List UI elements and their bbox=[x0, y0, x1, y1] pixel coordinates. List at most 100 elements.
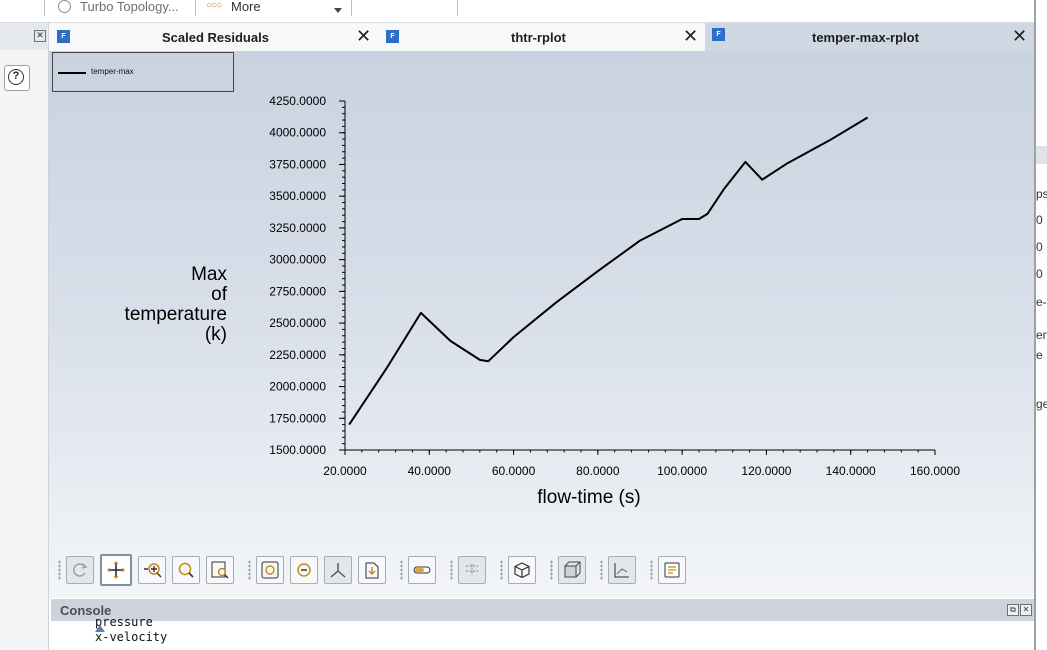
fluent-icon: F bbox=[712, 28, 725, 41]
x-tick-label: 60.0000 bbox=[492, 464, 536, 478]
x-tick-label: 160.0000 bbox=[910, 464, 960, 478]
help-button[interactable]: ? bbox=[4, 65, 30, 91]
x-tick-label: 80.0000 bbox=[576, 464, 620, 478]
close-icon[interactable]: ✕ bbox=[356, 27, 371, 45]
separator bbox=[195, 0, 196, 16]
y-tick-label: 3500.0000 bbox=[269, 189, 326, 203]
more-icon: ○○○ bbox=[206, 0, 222, 11]
export-button[interactable] bbox=[358, 556, 386, 584]
y-tick-label: 2000.0000 bbox=[269, 380, 326, 394]
zoom-box-button[interactable] bbox=[172, 556, 200, 584]
close-icon[interactable]: ✕ bbox=[1020, 604, 1032, 616]
export-icon bbox=[365, 562, 379, 579]
scroll-up-icon[interactable] bbox=[95, 625, 105, 632]
zoom-in-out-button[interactable] bbox=[138, 556, 166, 584]
right-panel-text: 0 bbox=[1036, 267, 1043, 281]
right-panel-text: 0 bbox=[1036, 240, 1043, 254]
pan-button[interactable] bbox=[100, 554, 132, 586]
right-panel: ps 0 0 0 e- en e ge bbox=[1034, 0, 1047, 650]
plot-area[interactable]: temper-max Max of temperature (k) 20.000… bbox=[49, 51, 1034, 598]
y-tick-label: 4000.0000 bbox=[269, 126, 326, 140]
probe-icon bbox=[466, 564, 478, 575]
console-line: x-velocity bbox=[95, 630, 168, 644]
tab-scaled-residuals[interactable]: F Scaled Residuals ✕ bbox=[49, 23, 378, 51]
separator bbox=[457, 0, 458, 16]
x-tick-label: 20.0000 bbox=[323, 464, 367, 478]
right-panel-text: 0 bbox=[1036, 213, 1043, 227]
more-button[interactable]: More bbox=[231, 0, 261, 14]
rotate-icon bbox=[73, 563, 88, 577]
colorbar-icon bbox=[413, 566, 431, 574]
toolbar-grip[interactable] bbox=[58, 560, 61, 580]
close-icon[interactable]: ✕ bbox=[683, 27, 698, 45]
series-line-temper-max bbox=[348, 116, 869, 426]
fit-to-window-button[interactable] bbox=[256, 556, 284, 584]
notes-button[interactable] bbox=[658, 556, 686, 584]
close-icon[interactable]: ✕ bbox=[34, 30, 46, 42]
turbo-topology-button[interactable]: Turbo Topology... bbox=[80, 0, 179, 14]
separator bbox=[351, 0, 352, 16]
tab-temper-max-rplot[interactable]: F temper-max-rplot ✕ bbox=[705, 23, 1034, 51]
toolbar-grip[interactable] bbox=[650, 560, 653, 580]
y-tick-label: 2500.0000 bbox=[269, 316, 326, 330]
zoom-out-icon bbox=[297, 563, 311, 577]
toolbar-grip[interactable] bbox=[400, 560, 403, 580]
console-header: Console ⧉ ✕ bbox=[51, 599, 1034, 621]
axes-icon bbox=[330, 563, 346, 578]
toolbar-grip[interactable] bbox=[450, 560, 453, 580]
tab-thtr-rplot[interactable]: F thtr-rplot ✕ bbox=[378, 23, 705, 51]
panel-band bbox=[1036, 146, 1047, 164]
x-tick-label: 120.0000 bbox=[741, 464, 791, 478]
right-panel-text: ge bbox=[1036, 397, 1047, 411]
probe-button[interactable] bbox=[458, 556, 486, 584]
question-icon: ? bbox=[8, 69, 24, 85]
right-panel-text: e bbox=[1036, 348, 1043, 362]
turbo-topology-icon bbox=[58, 0, 71, 13]
separator bbox=[44, 0, 45, 16]
x-tick-label: 100.0000 bbox=[657, 464, 707, 478]
notes-icon bbox=[664, 562, 680, 578]
pan-icon bbox=[107, 561, 125, 579]
chevron-down-icon[interactable] bbox=[334, 8, 342, 13]
axes-button[interactable] bbox=[324, 556, 352, 584]
magnify-icon bbox=[178, 562, 194, 578]
right-panel-text: e- bbox=[1036, 295, 1047, 309]
y-tick-label: 1750.0000 bbox=[269, 411, 326, 425]
x-tick-label: 140.0000 bbox=[826, 464, 876, 478]
ribbon-strip: Turbo Topology... ○○○ More bbox=[0, 0, 1047, 23]
y-tick-label: 4250.0000 bbox=[269, 94, 326, 108]
y-tick-label: 3750.0000 bbox=[269, 157, 326, 171]
close-icon[interactable]: ✕ bbox=[1012, 27, 1027, 45]
fit-icon bbox=[261, 561, 279, 579]
toolbar-grip[interactable] bbox=[550, 560, 553, 580]
toolbar-grip[interactable] bbox=[500, 560, 503, 580]
tab-label: temper-max-rplot bbox=[812, 30, 919, 45]
view-3d-button[interactable] bbox=[508, 556, 536, 584]
zoom-region-icon bbox=[211, 561, 229, 579]
right-panel-text: ps bbox=[1036, 187, 1047, 201]
plot-axes-button[interactable] bbox=[608, 556, 636, 584]
zoom-to-region-button[interactable] bbox=[206, 556, 234, 584]
float-icon[interactable]: ⧉ bbox=[1007, 604, 1019, 616]
colormap-button[interactable] bbox=[408, 556, 436, 584]
y-tick-label: 3000.0000 bbox=[269, 253, 326, 267]
y-tick-label: 2750.0000 bbox=[269, 284, 326, 298]
y-tick-label: 3250.0000 bbox=[269, 221, 326, 235]
zoom-out-button[interactable] bbox=[290, 556, 318, 584]
x-tick-label: 40.0000 bbox=[408, 464, 452, 478]
toolbar-grip[interactable] bbox=[248, 560, 251, 580]
fluent-icon: F bbox=[57, 30, 70, 43]
y-tick-label: 2250.0000 bbox=[269, 348, 326, 362]
view-options-button[interactable] bbox=[558, 556, 586, 584]
zoom-icon bbox=[144, 563, 162, 578]
rotate-button[interactable] bbox=[66, 556, 94, 584]
y-tick-label: 1500.0000 bbox=[269, 443, 326, 457]
tab-bar: F Scaled Residuals ✕ F thtr-rplot ✕ F te… bbox=[49, 23, 1034, 51]
x-axis-label: flow-time (s) bbox=[537, 487, 641, 508]
right-panel-text: en bbox=[1036, 328, 1047, 342]
toolbar-grip[interactable] bbox=[600, 560, 603, 580]
cube-icon bbox=[514, 562, 530, 579]
tab-label: Scaled Residuals bbox=[162, 30, 269, 45]
line-chart: 20.0000 40.0000 60.0000 80.0000 100.0000 120.… bbox=[269, 94, 960, 478]
console-output[interactable]: pressure x-velocity bbox=[51, 615, 1034, 650]
